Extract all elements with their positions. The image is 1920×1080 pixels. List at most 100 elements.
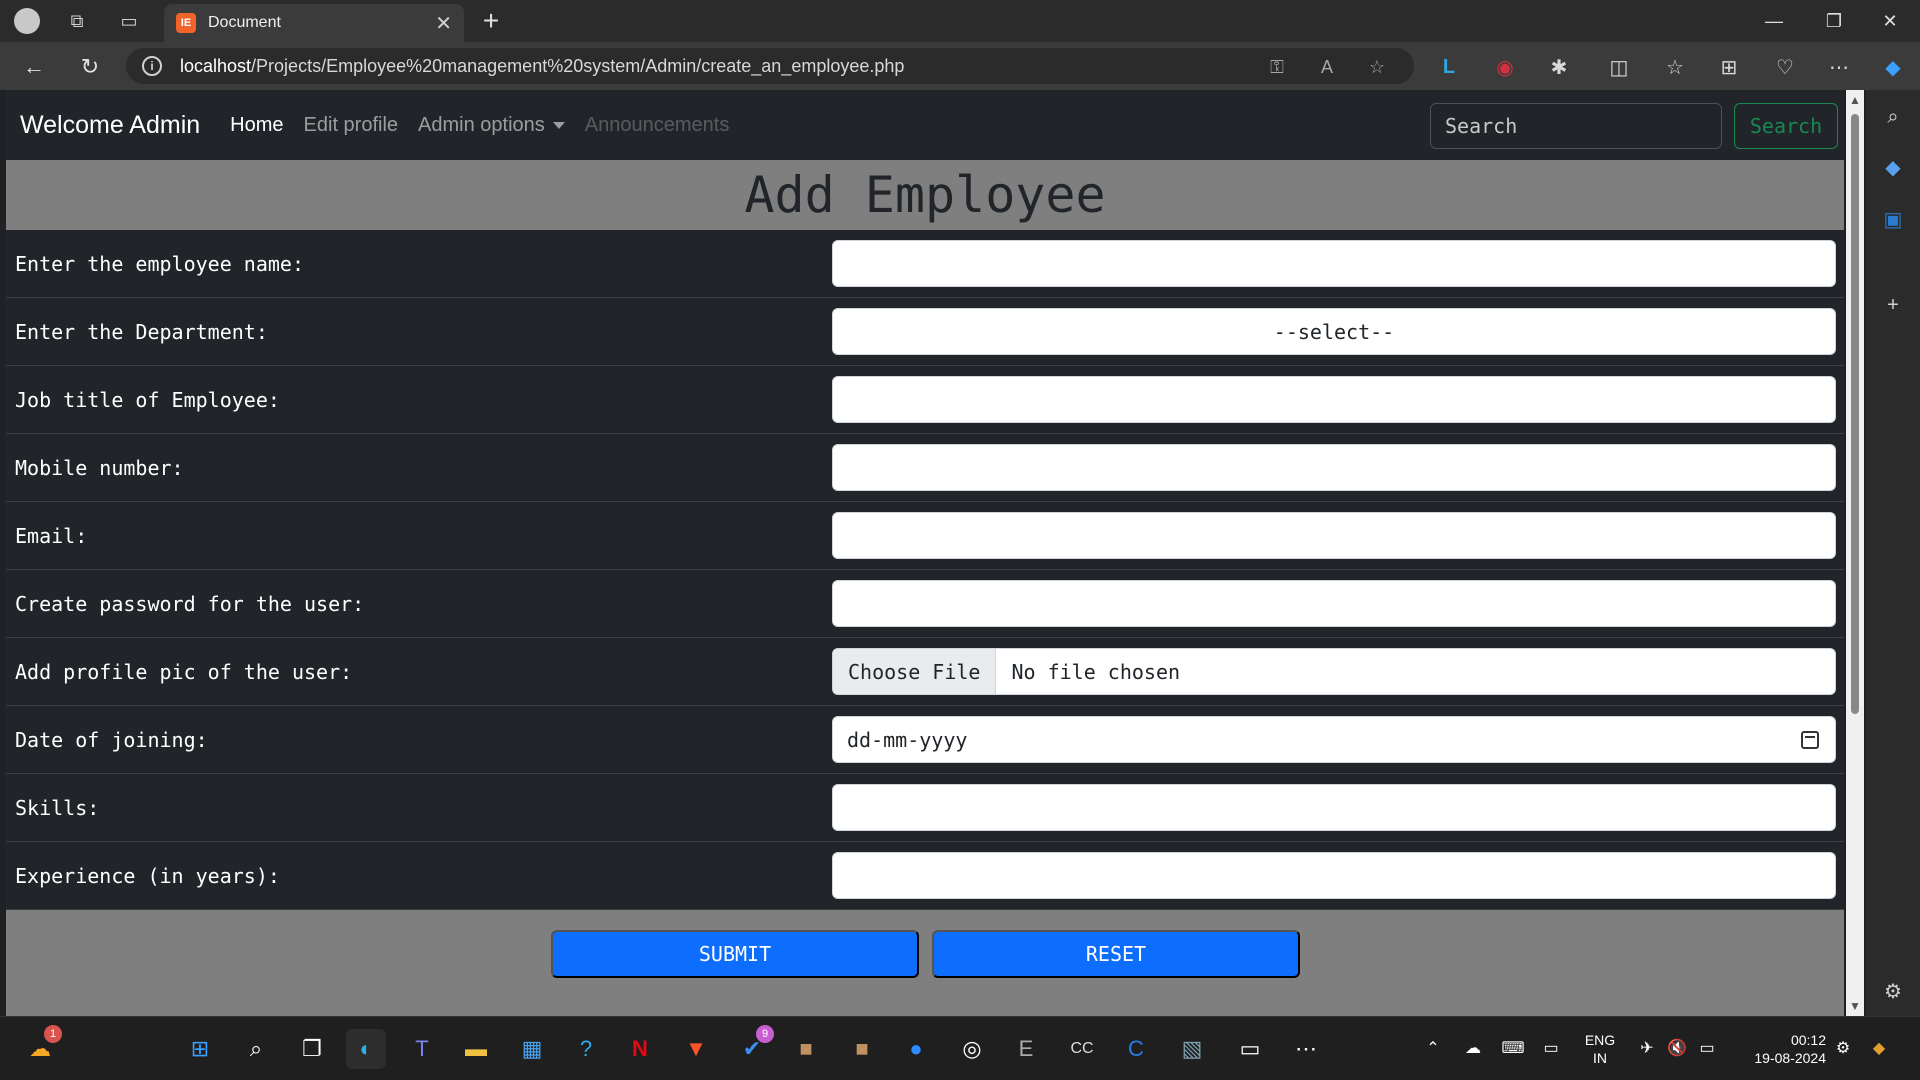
sidebar-shopping-icon[interactable]: ◆ [1878,152,1908,182]
sidebar-search-icon[interactable]: ⌕ [1878,102,1908,132]
form-row-employee-name: Enter the employee name: [6,230,1844,298]
reset-button[interactable]: RESET [932,930,1300,978]
add-employee-form: Enter the employee name: Enter the Depar… [6,230,1844,910]
skills-input[interactable] [832,784,1836,831]
windows-start-icon[interactable]: ⊞ [180,1029,220,1069]
collections-icon[interactable]: ⊞ [1714,52,1744,82]
edge-browser-icon[interactable]: ◐ [346,1029,386,1069]
email-field[interactable] [832,512,1836,559]
address-bar[interactable]: i localhost/Projects/Employee%20manageme… [126,48,1414,84]
taskbar-search-icon[interactable]: ⌕ [236,1029,276,1069]
extension-l-icon[interactable]: L [1434,52,1464,82]
game-app-icon[interactable]: ■ [786,1029,826,1069]
department-select[interactable]: --select-- [832,308,1836,355]
job-title-input[interactable] [832,376,1836,423]
airplane-mode-icon[interactable]: ✈ [1636,1037,1658,1059]
form-row-department: Enter the Department: --select-- [6,298,1844,366]
nav-link-edit-profile[interactable]: Edit profile [304,114,399,137]
scroll-up-arrow-icon[interactable]: ▲ [1849,94,1861,106]
page-scrollbar[interactable]: ▲ ▼ [1846,90,1864,1016]
clock[interactable]: 00:12 19-08-2024 [1736,1031,1826,1067]
profile-pic-file-input[interactable]: Choose File No file chosen [832,648,1836,695]
nav-dropdown-admin-options[interactable]: Admin options [418,114,565,137]
key-icon[interactable]: ⚿ [1266,56,1288,78]
scroll-down-arrow-icon[interactable]: ▼ [1849,1000,1861,1012]
tab-actions-icon[interactable]: ▭ [114,6,144,36]
onedrive-icon[interactable]: ☁ [1462,1037,1484,1059]
sidebar-add-icon[interactable]: + [1878,290,1908,320]
minimize-icon[interactable]: — [1744,0,1804,42]
employee-name-input[interactable] [832,240,1836,287]
terminal-icon[interactable]: ▭ [1230,1029,1270,1069]
profile-avatar-icon[interactable] [12,6,42,36]
dropdown-caret-icon [552,121,565,129]
task-view-icon[interactable]: ❐ [292,1029,332,1069]
battery-icon[interactable]: ▭ [1696,1037,1718,1059]
copilot-icon[interactable]: ◆ [1878,52,1908,82]
tray-chevron-up-icon[interactable]: ⌃ [1422,1037,1444,1059]
taskbar-overflow-icon[interactable]: ⋯ [1286,1029,1326,1069]
scrollbar-thumb[interactable] [1851,114,1859,714]
app-cc-icon[interactable]: CC [1062,1029,1102,1069]
site-info-icon[interactable]: i [142,56,162,76]
file-explorer-icon[interactable]: ▬ [456,1029,496,1069]
url-text[interactable]: localhost/Projects/Employee%20management… [180,56,904,77]
app-image-icon[interactable]: ▧ [1172,1029,1212,1069]
submit-button[interactable]: SUBMIT [551,930,919,978]
password-input[interactable] [832,580,1836,627]
refresh-icon[interactable]: ↻ [74,51,106,83]
experience-input[interactable] [832,852,1836,899]
field-label: Enter the Department: [15,320,268,344]
brave-browser-icon[interactable]: ▼ [676,1029,716,1069]
field-label: Experience (in years): [15,864,280,888]
restore-icon[interactable]: ❐ [1804,0,1864,42]
netflix-icon[interactable]: N [620,1029,660,1069]
teams-icon[interactable]: T [402,1029,442,1069]
back-arrow-icon[interactable]: ← [18,51,50,83]
windows-taskbar: ☁ 1 ⊞ ⌕ ❐ ◐ T ▬ ▦ ? N ▼ ✔ 9 ■ ■ ● ◎ E CC … [0,1016,1920,1080]
extension-record-icon[interactable]: ◉ [1490,52,1520,82]
navbar-brand[interactable]: Welcome Admin [20,111,200,140]
weather-widget-icon[interactable]: ☁ 1 [20,1025,62,1069]
app-e-icon[interactable]: E [1006,1029,1046,1069]
help-app-icon[interactable]: ? [566,1029,606,1069]
notification-settings-icon[interactable]: ⚙ [1832,1037,1854,1059]
extensions-puzzle-icon[interactable]: ✱ [1544,52,1574,82]
app-c-icon[interactable]: C [1116,1029,1156,1069]
date-of-joining-input[interactable]: dd-mm-yyyy [832,716,1836,763]
close-tab-icon[interactable]: ✕ [435,11,452,36]
favorite-star-icon[interactable]: ☆ [1366,56,1388,78]
todo-app-icon[interactable]: ✔ 9 [732,1025,774,1069]
display-icon[interactable]: ▭ [1540,1037,1562,1059]
calendar-icon[interactable] [1801,731,1819,749]
mobile-number-input[interactable] [832,444,1836,491]
navbar-search-button[interactable]: Search [1734,103,1838,149]
new-tab-icon[interactable]: + [476,5,506,36]
nav-link-home[interactable]: Home [230,114,283,137]
form-row-password: Create password for the user: [6,570,1844,638]
tab-favicon-icon: IE [176,13,196,33]
language-indicator[interactable]: ENG IN [1580,1031,1620,1067]
read-aloud-icon[interactable]: A [1316,56,1338,78]
game-app-2-icon[interactable]: ■ [842,1029,882,1069]
split-screen-icon[interactable]: ◫ [1604,52,1634,82]
favorites-list-icon[interactable]: ☆ [1660,52,1690,82]
sidebar-settings-gear-icon[interactable]: ⚙ [1878,976,1908,1006]
workspaces-icon[interactable]: ⧉ [62,6,92,36]
more-menu-icon[interactable]: ⋯ [1824,52,1854,82]
microsoft-store-icon[interactable]: ▦ [512,1029,552,1069]
form-row-date-of-joining: Date of joining: dd-mm-yyyy [6,706,1844,774]
browser-tab[interactable]: IE Document ✕ [164,4,464,42]
choose-file-button[interactable]: Choose File [833,649,997,694]
close-window-icon[interactable]: ✕ [1860,0,1920,42]
app-helmet-icon[interactable]: ◎ [952,1029,992,1069]
form-row-skills: Skills: [6,774,1844,842]
keyboard-icon[interactable]: ⌨ [1501,1037,1524,1059]
weather-badge: 1 [44,1025,62,1043]
navbar-search-input[interactable] [1430,103,1722,149]
sidebar-outlook-icon[interactable]: ▣ [1878,204,1908,234]
volume-muted-icon[interactable]: 🔇 [1666,1037,1688,1059]
zoom-icon[interactable]: ● [896,1029,936,1069]
copilot-tray-icon[interactable]: ◆ [1868,1037,1890,1059]
browser-essentials-icon[interactable]: ♡ [1770,52,1800,82]
